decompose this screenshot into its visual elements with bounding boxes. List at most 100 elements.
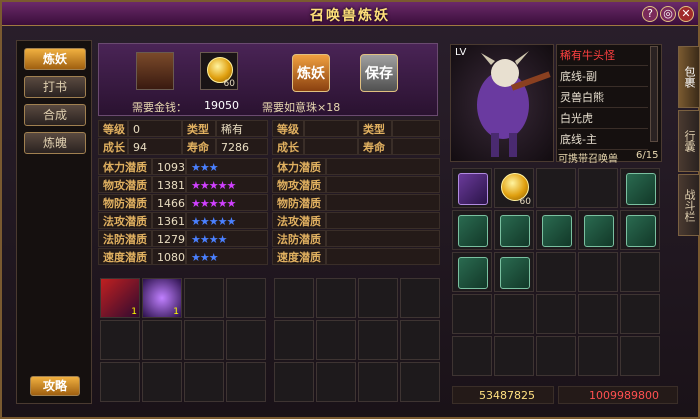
skill-slot[interactable] — [274, 362, 314, 402]
bag-slot[interactable] — [578, 168, 618, 208]
skill-slot[interactable] — [358, 320, 398, 360]
bag-slot[interactable] — [536, 252, 576, 292]
bag-slot[interactable] — [494, 210, 534, 250]
window: 召唤兽炼妖 ? ◎ ✕ 炼妖 打书 合成 炼魄 攻略 60 炼妖 保存 需要金钱… — [0, 0, 700, 419]
bag-slot[interactable] — [536, 210, 576, 250]
aptitude-label: 法防潜质 — [98, 230, 152, 247]
skill-slot[interactable] — [142, 362, 182, 402]
skill-slot[interactable] — [226, 278, 266, 318]
bag-slot[interactable] — [494, 252, 534, 292]
skill-slot[interactable] — [400, 278, 440, 318]
tab-battle[interactable]: 战斗栏 — [678, 174, 700, 236]
skill-slot[interactable] — [316, 320, 356, 360]
result-level-label: 等级 — [272, 120, 304, 137]
skill-slot[interactable] — [400, 320, 440, 360]
bag-slot[interactable] — [536, 336, 576, 376]
pet-list-scrollbar[interactable] — [650, 46, 658, 142]
money-total: 53487825 — [452, 386, 554, 404]
bag-slot[interactable] — [578, 336, 618, 376]
skill-book-icon — [458, 257, 488, 289]
aptitude-value: 1466 — [152, 194, 186, 211]
pet-list-item[interactable]: 稀有牛头怪 — [558, 46, 648, 66]
aptitude-label: 物攻潜质 — [98, 176, 152, 193]
growth-label: 成长 — [98, 138, 128, 155]
aptitude-stars: ★★★ — [186, 158, 268, 175]
pet-list-item[interactable]: 底线-副 — [558, 67, 648, 87]
bag-slot[interactable] — [578, 294, 618, 334]
pet-list-item[interactable]: 灵兽白熊 — [558, 88, 648, 108]
tab-refine[interactable]: 炼妖 — [24, 48, 86, 70]
skill-slot[interactable] — [274, 278, 314, 318]
aptitude-stars: ★★★★ — [186, 230, 268, 247]
bag-slot[interactable] — [452, 210, 492, 250]
bag-slot[interactable] — [578, 210, 618, 250]
result-aptitude-label: 物攻潜质 — [272, 176, 326, 193]
bag-slot[interactable] — [620, 336, 660, 376]
tab-luggage[interactable]: 行囊 — [678, 110, 700, 172]
skill-slot[interactable]: 1 — [142, 278, 182, 318]
bag-slot[interactable] — [620, 210, 660, 250]
skill-slot[interactable] — [226, 362, 266, 402]
result-life-label: 寿命 — [358, 138, 392, 155]
pet-list-item[interactable]: 白光虎 — [558, 109, 648, 129]
skill-count: 1 — [173, 307, 179, 317]
skill-slot[interactable] — [142, 320, 182, 360]
bag-slot[interactable] — [494, 336, 534, 376]
close-icon[interactable]: ✕ — [678, 6, 694, 22]
menu-icon[interactable]: ◎ — [660, 6, 676, 22]
pet-list-item[interactable]: 底线-主 — [558, 130, 648, 150]
pet-portrait-slot[interactable] — [136, 52, 174, 90]
save-button[interactable]: 保存 — [360, 54, 398, 92]
skill-slot[interactable] — [400, 362, 440, 402]
bag-coin-count: 60 — [519, 197, 531, 207]
skill-slot[interactable] — [358, 362, 398, 402]
skill-slot[interactable] — [226, 320, 266, 360]
bag-slot[interactable] — [620, 168, 660, 208]
coin-slot[interactable]: 60 — [200, 52, 238, 90]
help-icon[interactable]: ? — [642, 6, 658, 22]
skill-slot[interactable] — [100, 320, 140, 360]
level-label: 等级 — [98, 120, 128, 137]
skill-slot[interactable] — [184, 362, 224, 402]
life-value: 7286 — [216, 138, 268, 155]
skill-slot[interactable]: 1 — [100, 278, 140, 318]
bag-slot[interactable]: 60 — [494, 168, 534, 208]
skill-book-icon — [458, 215, 488, 247]
skill-slot[interactable] — [100, 362, 140, 402]
result-aptitude-value — [326, 212, 440, 229]
refine-button[interactable]: 炼妖 — [292, 54, 330, 92]
life-label: 寿命 — [182, 138, 216, 155]
bag-slot[interactable] — [452, 252, 492, 292]
type-label: 类型 — [182, 120, 216, 137]
skill-slot[interactable] — [358, 278, 398, 318]
bag-slot[interactable] — [578, 252, 618, 292]
aptitude-value: 1093 — [152, 158, 186, 175]
skill-book-icon — [458, 173, 488, 205]
skill-slot[interactable] — [316, 278, 356, 318]
skill-slot[interactable] — [316, 362, 356, 402]
tab-skill-book[interactable]: 打书 — [24, 76, 86, 98]
bag-slot[interactable] — [452, 336, 492, 376]
skill-slot[interactable] — [274, 320, 314, 360]
bag-slot[interactable] — [620, 252, 660, 292]
result-type-value — [392, 120, 440, 137]
skill-count: 1 — [131, 307, 137, 317]
strategy-button[interactable]: 攻略 — [30, 376, 80, 396]
skill-slot[interactable] — [184, 320, 224, 360]
bag-slot[interactable] — [452, 168, 492, 208]
aptitude-value: 1279 — [152, 230, 186, 247]
bag-slot[interactable] — [452, 294, 492, 334]
result-aptitude-value — [326, 230, 440, 247]
aptitude-label: 物防潜质 — [98, 194, 152, 211]
skill-slot[interactable] — [184, 278, 224, 318]
tab-soul[interactable]: 炼魄 — [24, 132, 86, 154]
skill-book-icon — [626, 173, 656, 205]
window-title: 召唤兽炼妖 — [310, 8, 390, 24]
tab-bag[interactable]: 包裹 — [678, 46, 700, 108]
bag-slot[interactable] — [494, 294, 534, 334]
tab-combine[interactable]: 合成 — [24, 104, 86, 126]
bag-slot[interactable] — [536, 294, 576, 334]
bag-slot[interactable] — [620, 294, 660, 334]
bag-slot[interactable] — [536, 168, 576, 208]
level-value: 0 — [128, 120, 182, 137]
